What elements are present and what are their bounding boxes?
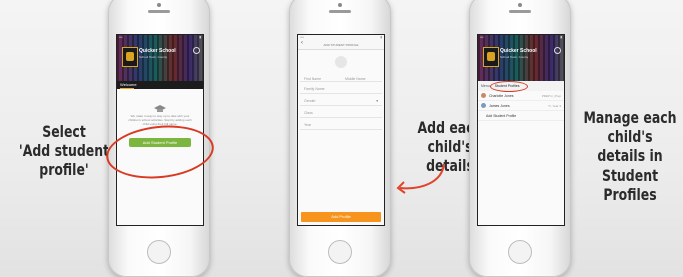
school-logo — [483, 47, 499, 67]
phone-student-profiles: ••••▮ Quicker School School Town, County… — [469, 0, 571, 277]
phone-student-profiles-screen: ••••▮ Quicker School School Town, County… — [477, 34, 565, 226]
curved-arrow-icon — [396, 163, 445, 194]
student-row[interactable]: Charlotte Jones PREP in_Prep — [478, 91, 564, 101]
add-student-profile-row[interactable]: Add Student Profile — [478, 111, 564, 121]
caption-select: Select 'Add student profile' — [9, 122, 118, 180]
caption-select-line2: 'Add student profile' — [18, 141, 110, 180]
home-button[interactable] — [147, 240, 171, 264]
student-name: James Jones — [489, 103, 510, 108]
speaker-grille — [148, 10, 170, 13]
back-chevron-icon[interactable]: ‹ — [301, 40, 303, 46]
student-detail: PREP in_Prep — [541, 93, 561, 98]
phone-add-profile-screen: •••• ▮ ‹ ADD STUDENT PROFILE First Name M… — [297, 34, 385, 226]
add-student-profile-label: Add Student Profile — [486, 113, 517, 118]
student-row[interactable]: James Jones Yr. Year 3 — [478, 101, 564, 111]
camera-icon — [157, 3, 161, 7]
school-subtitle: School Town, County — [139, 55, 168, 59]
school-logo — [122, 47, 138, 67]
speaker-grille — [509, 10, 531, 13]
school-hero-banner: ••••▮ Quicker School School Town, County — [117, 35, 203, 81]
home-button[interactable] — [508, 240, 532, 264]
caption-manage: Manage each child's details in Student P… — [583, 108, 677, 204]
school-name: Quicker School — [500, 48, 537, 54]
speaker-grille — [329, 10, 351, 13]
tab-welcome[interactable]: Welcome — [117, 81, 203, 89]
home-button[interactable] — [328, 240, 352, 264]
tab-welcome-label: Welcome — [120, 82, 137, 87]
tab-highlight-ring — [490, 81, 528, 92]
add-profile-button[interactable]: Add Profile — [301, 212, 381, 222]
info-icon[interactable] — [554, 47, 561, 54]
school-name: Quicker School — [139, 48, 176, 54]
family-name-field[interactable]: Family Name — [300, 82, 382, 94]
avatar-placeholder-icon[interactable] — [335, 56, 347, 68]
phone-add-profile: •••• ▮ ‹ ADD STUDENT PROFILE First Name M… — [289, 0, 391, 277]
camera-icon — [338, 3, 342, 7]
year-field[interactable]: Year — [300, 118, 382, 130]
chevron-down-icon: ▾ — [376, 99, 378, 103]
school-hero-banner: ••••▮ Quicker School School Town, County — [478, 35, 564, 81]
info-icon[interactable] — [193, 47, 200, 54]
graduation-cap-icon — [154, 101, 166, 112]
school-subtitle: School Town, County — [500, 55, 529, 59]
gender-select[interactable]: Gender ▾ — [300, 94, 382, 106]
avatar — [481, 93, 486, 98]
class-field[interactable]: Class — [300, 106, 382, 118]
student-detail: Yr. Year 3 — [547, 103, 561, 108]
caption-manage-line3: Student Profiles — [601, 165, 659, 204]
avatar — [481, 103, 486, 108]
profiles-tabbar: Menu Student Profiles — [478, 81, 564, 92]
tab-menu[interactable]: Menu — [481, 84, 490, 88]
caption-manage-line1: Manage each — [583, 108, 677, 127]
add-profile-header: •••• ▮ ‹ ADD STUDENT PROFILE — [298, 35, 384, 50]
caption-select-line1: Select — [42, 122, 86, 141]
add-profile-title: ADD STUDENT PROFILE — [323, 43, 359, 47]
camera-icon — [518, 3, 522, 7]
student-name: Charlotte Jones — [489, 93, 514, 98]
middle-name-field[interactable]: Middle Name — [341, 72, 382, 82]
first-name-field[interactable]: First Name — [300, 72, 341, 82]
caption-manage-line2: child's details in — [597, 127, 663, 166]
gender-select-label: Gender — [304, 99, 316, 103]
